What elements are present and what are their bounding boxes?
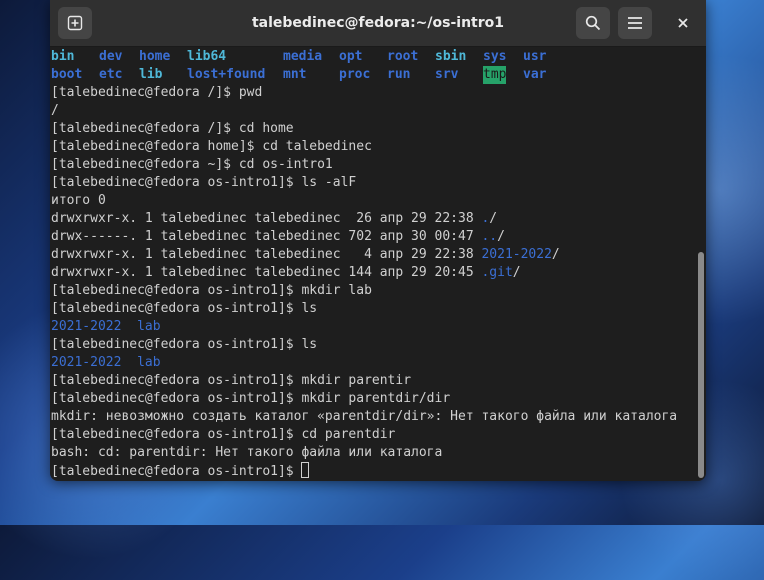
terminal-text: mkdir: невозможно создать каталог «paren… <box>51 409 678 424</box>
terminal-text: [talebedinec@fedora os-intro1]$ mkdir pa… <box>51 373 412 388</box>
terminal-line: [talebedinec@fedora os-intro1]$ ls <box>51 300 696 318</box>
ls-entry: usr <box>523 49 547 64</box>
terminal-line: [talebedinec@fedora os-intro1]$ ls -alF <box>51 174 696 192</box>
close-button[interactable] <box>666 7 700 39</box>
ls-entry: lost+found <box>187 67 266 82</box>
terminal-text: bash: cd: parentdir: Нет такого файла ил… <box>51 445 443 460</box>
terminal-line: [talebedinec@fedora /]$ cd home <box>51 120 696 138</box>
terminal-text: [talebedinec@fedora os-intro1]$ <box>51 464 302 479</box>
terminal-line: [talebedinec@fedora os-intro1]$ cd paren… <box>51 426 696 444</box>
terminal-line: bash: cd: parentdir: Нет такого файла ил… <box>51 444 696 462</box>
terminal-line: [talebedinec@fedora os-intro1]$ <box>51 462 696 480</box>
terminal-text: [talebedinec@fedora os-intro1]$ cd paren… <box>51 427 396 442</box>
ls-entry: root <box>387 49 419 64</box>
terminal-text: drwx------. 1 talebedinec talebedinec 70… <box>51 229 482 244</box>
terminal-line: [talebedinec@fedora os-intro1]$ mkdir pa… <box>51 372 696 390</box>
terminal-text: итого 0 <box>51 193 106 208</box>
ls-entry: media <box>283 49 323 64</box>
terminal-output[interactable]: bin dev home lib64 media opt root sbin sys usr boo… <box>50 48 696 481</box>
terminal-text: [talebedinec@fedora os-intro1]$ ls <box>51 301 318 316</box>
terminal-line: 2021-2022 lab <box>51 354 696 372</box>
ls-entry: tmp <box>483 66 507 84</box>
ls-entry: sys <box>483 49 507 64</box>
text-cursor <box>301 462 310 478</box>
ls-entry: mnt <box>283 67 307 82</box>
ls-entry: dev <box>99 49 123 64</box>
terminal-text: drwxrwxr-x. 1 talebedinec talebedinec 14… <box>51 265 482 280</box>
terminal-line: mkdir: невозможно создать каталог «paren… <box>51 408 696 426</box>
ls-entry: boot <box>51 67 83 82</box>
terminal-window: talebedinec@fedora:~/os-intro1 bin dev hom… <box>50 0 706 481</box>
terminal-text: [talebedinec@fedora os-intro1]$ mkdir pa… <box>51 391 451 406</box>
terminal-text: [talebedinec@fedora os-intro1]$ ls -alF <box>51 175 357 190</box>
terminal-line: drwxrwxr-x. 1 talebedinec talebedinec 4 … <box>51 247 560 262</box>
terminal-line: drwxrwxr-x. 1 talebedinec talebedinec 14… <box>51 265 521 280</box>
terminal-text: [talebedinec@fedora home]$ cd talebedine… <box>51 139 372 154</box>
search-icon <box>585 15 601 31</box>
directory-listing: 2021-2022 lab <box>51 319 161 334</box>
scrollbar[interactable] <box>698 252 704 478</box>
directory-name: 2021-2022 <box>481 247 552 262</box>
terminal-text: [talebedinec@fedora ~]$ cd os-intro1 <box>51 157 333 172</box>
ls-listing-row: boot etc lib lost+found mnt proc run srv tmp var <box>51 66 696 84</box>
terminal-line: [talebedinec@fedora os-intro1]$ ls <box>51 336 696 354</box>
directory-name: .git <box>481 265 513 280</box>
terminal-line: drwxrwxr-x. 1 talebedinec talebedinec 26… <box>51 211 498 226</box>
ls-entry: home <box>139 49 171 64</box>
terminal-line: [talebedinec@fedora os-intro1]$ mkdir pa… <box>51 390 696 408</box>
terminal-line: [talebedinec@fedora /]$ pwd <box>51 84 696 102</box>
search-button[interactable] <box>576 7 610 39</box>
terminal-text: [talebedinec@fedora /]$ pwd <box>51 85 263 100</box>
hamburger-menu-icon <box>628 17 642 29</box>
terminal-line: [talebedinec@fedora home]$ cd talebedine… <box>51 138 696 156</box>
terminal-line: / <box>51 102 696 120</box>
terminal-text: / <box>51 103 59 118</box>
terminal-line: 2021-2022 lab <box>51 318 696 336</box>
close-icon <box>678 18 688 28</box>
terminal-text: [talebedinec@fedora /]$ cd home <box>51 121 294 136</box>
directory-listing: 2021-2022 lab <box>51 355 161 370</box>
ls-entry: var <box>523 67 547 82</box>
terminal-line: drwx------. 1 talebedinec talebedinec 70… <box>51 229 505 244</box>
ls-listing-row: bin dev home lib64 media opt root sbin sys usr <box>51 48 696 66</box>
directory-name: .. <box>481 229 498 244</box>
terminal-line: [talebedinec@fedora ~]$ cd os-intro1 <box>51 156 696 174</box>
ls-entry: lib <box>139 67 163 82</box>
ls-entry: bin <box>51 49 75 64</box>
ls-entry: proc <box>339 67 371 82</box>
terminal-text: drwxrwxr-x. 1 talebedinec talebedinec 4 … <box>51 247 482 262</box>
terminal-text: [talebedinec@fedora os-intro1]$ mkdir la… <box>51 283 372 298</box>
terminal-line: [talebedinec@fedora os-intro1]$ mkdir la… <box>51 282 696 300</box>
menu-button[interactable] <box>618 7 652 39</box>
ls-entry: opt <box>339 49 363 64</box>
ls-entry: run <box>387 67 411 82</box>
ls-entry: etc <box>99 67 123 82</box>
ls-entry: sbin <box>435 49 467 64</box>
ls-entry: lib64 <box>187 49 227 64</box>
terminal-line: итого 0 <box>51 192 696 210</box>
ls-entry: srv <box>435 67 459 82</box>
terminal-text: [talebedinec@fedora os-intro1]$ ls <box>51 337 318 352</box>
titlebar: talebedinec@fedora:~/os-intro1 <box>50 0 706 47</box>
terminal-text: drwxrwxr-x. 1 talebedinec talebedinec 26… <box>51 211 482 226</box>
